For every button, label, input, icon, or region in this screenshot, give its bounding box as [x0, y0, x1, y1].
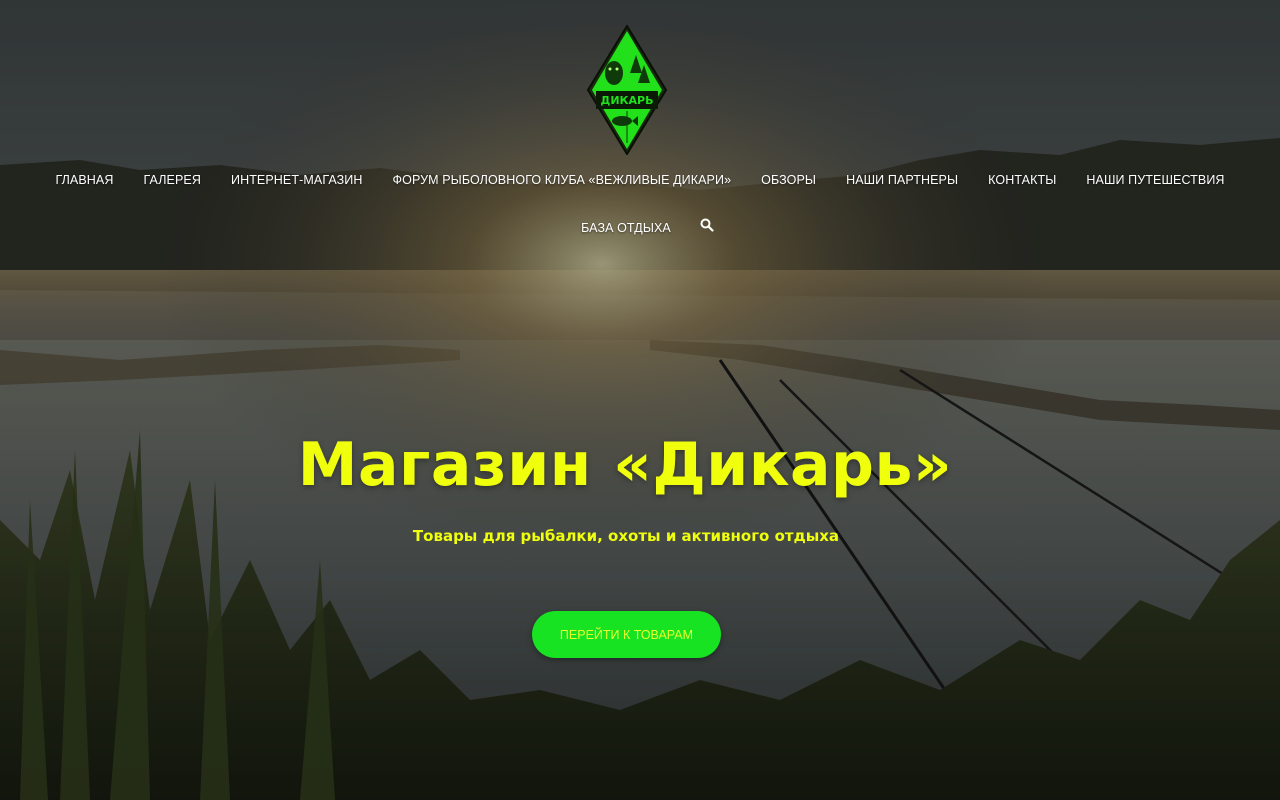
logo-text: ДИКАРЬ — [601, 94, 654, 107]
hero-subtitle: Товары для рыбалки, охоты и активного от… — [412, 527, 840, 545]
hero-title: Магазин «Дикарь» — [297, 430, 953, 500]
nav-item-forum[interactable]: ФОРУМ РЫБОЛОВНОГО КЛУБА «ВЕЖЛИВЫЕ ДИКАРИ… — [378, 173, 747, 187]
nav-item-recreation-base[interactable]: БАЗА ОТДЫХА — [566, 221, 686, 235]
nav-item-contacts[interactable]: КОНТАКТЫ — [973, 173, 1071, 187]
search-icon[interactable] — [700, 217, 714, 232]
nav-item-online-shop[interactable]: ИНТЕРНЕТ-МАГАЗИН — [216, 173, 378, 187]
nav-item-gallery[interactable]: ГАЛЕРЕЯ — [128, 173, 216, 187]
site-logo[interactable]: ДИКАРЬ — [586, 24, 668, 156]
nav-item-travels[interactable]: НАШИ ПУТЕШЕСТВИЯ — [1071, 173, 1239, 187]
go-to-products-button[interactable]: ПЕРЕЙТИ К ТОВАРАМ — [532, 611, 721, 658]
main-nav: ГЛАВНАЯ ГАЛЕРЕЯ ИНТЕРНЕТ-МАГАЗИН ФОРУМ Р… — [0, 160, 1280, 246]
nav-item-home[interactable]: ГЛАВНАЯ — [40, 173, 128, 187]
nav-item-partners[interactable]: НАШИ ПАРТНЕРЫ — [831, 173, 973, 187]
nav-item-reviews[interactable]: ОБЗОРЫ — [746, 173, 831, 187]
